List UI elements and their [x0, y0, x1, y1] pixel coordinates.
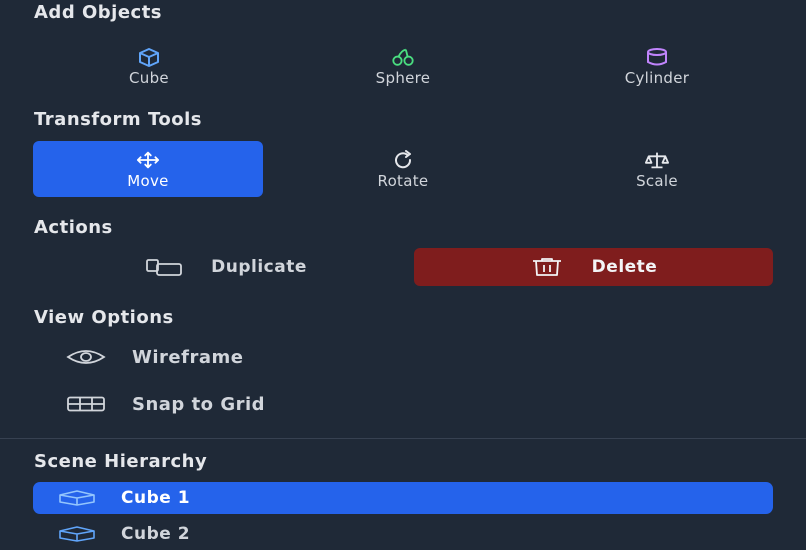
cube-icon: [57, 490, 97, 506]
scene-item-cube-2[interactable]: Cube 2: [33, 518, 773, 550]
duplicate-label: Duplicate: [211, 257, 307, 277]
cube-icon: [137, 46, 161, 68]
scale-tool-label: Scale: [636, 171, 678, 190]
add-cylinder-label: Cylinder: [624, 68, 690, 87]
rotate-icon: [391, 149, 415, 171]
snap-to-grid-label: Snap to Grid: [132, 393, 266, 415]
delete-label: Delete: [591, 257, 658, 277]
eye-icon: [66, 349, 106, 365]
move-tool-label: Move: [127, 171, 169, 190]
move-tool-button[interactable]: Move: [33, 141, 263, 197]
wireframe-label: Wireframe: [132, 346, 244, 368]
scene-item-label: Cube 2: [121, 524, 191, 544]
move-icon: [136, 149, 160, 171]
trash-icon: [530, 258, 564, 276]
add-sphere-label: Sphere: [375, 68, 431, 87]
cherries-icon: [391, 46, 415, 68]
add-cube-label: Cube: [129, 68, 169, 87]
actions-heading: Actions: [34, 217, 113, 238]
cube-icon: [57, 526, 97, 542]
scene-item-label: Cube 1: [121, 488, 191, 508]
rotate-tool-button[interactable]: Rotate: [288, 141, 518, 197]
transform-tools-heading: Transform Tools: [34, 109, 202, 130]
scene-hierarchy-heading: Scene Hierarchy: [34, 451, 208, 472]
view-options-heading: View Options: [34, 307, 174, 328]
add-objects-heading: Add Objects: [34, 2, 163, 23]
scale-tool-button[interactable]: Scale: [542, 141, 772, 197]
scale-icon: [645, 149, 669, 171]
cylinder-icon: [645, 46, 669, 68]
snap-to-grid-toggle[interactable]: Snap to Grid: [66, 389, 265, 419]
add-cube-button[interactable]: Cube: [34, 38, 264, 94]
add-sphere-button[interactable]: Sphere: [288, 38, 518, 94]
duplicate-button[interactable]: Duplicate: [60, 248, 390, 286]
grid-icon: [66, 396, 106, 412]
add-cylinder-button[interactable]: Cylinder: [542, 38, 772, 94]
rotate-tool-label: Rotate: [377, 171, 429, 190]
scene-item-cube-1[interactable]: Cube 1: [33, 482, 773, 514]
wireframe-toggle[interactable]: Wireframe: [66, 342, 243, 372]
duplicate-icon: [143, 258, 183, 276]
section-divider: [0, 438, 806, 439]
delete-button[interactable]: Delete: [414, 248, 773, 286]
